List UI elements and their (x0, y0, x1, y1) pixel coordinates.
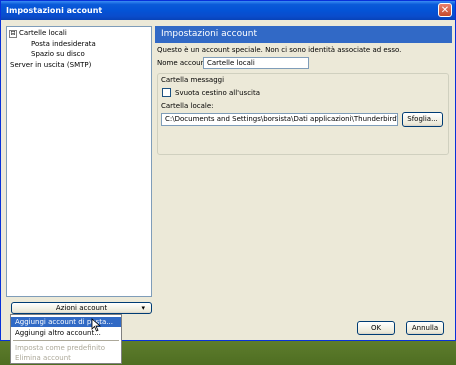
tree-item-smtp[interactable]: Server in uscita (SMTP) (10, 60, 91, 70)
tree-item-label: Cartelle locali (19, 29, 67, 37)
menu-item-add-other-account[interactable]: Aggiungi altro account... (11, 328, 121, 338)
menu-item-delete-account: Elimina account (15, 354, 71, 362)
account-settings-window: Impostazioni account ✕ ⊟ Cartelle locali… (0, 0, 456, 341)
tree-item-junk[interactable]: Posta indesiderata (31, 39, 96, 49)
tree-item-disk-space[interactable]: Spazio su disco (31, 49, 85, 59)
local-folder-path-input[interactable]: C:\Documents and Settings\borsista\Dati … (161, 113, 398, 126)
account-actions-label: Azioni account (55, 304, 108, 312)
empty-trash-checkbox[interactable] (162, 88, 171, 97)
close-button[interactable]: ✕ (438, 3, 452, 17)
menu-item-set-default: Imposta come predefinito (15, 344, 106, 352)
account-name-input[interactable]: Cartelle locali (203, 57, 309, 69)
account-actions-button[interactable]: Azioni account ▾ (11, 302, 152, 314)
messages-group-label: Cartella messaggi (161, 76, 225, 84)
pointer-cursor-icon (91, 318, 102, 332)
menu-separator (13, 340, 119, 341)
account-actions-menu: Aggiungi account di posta... Aggiungi al… (10, 314, 122, 364)
window-title: Impostazioni account (6, 6, 103, 15)
messages-folder-group: Cartella messaggi Svuota cestino all'usc… (157, 73, 449, 155)
local-folder-label: Cartella locale: (161, 102, 214, 110)
title-bar[interactable]: Impostazioni account ✕ (1, 1, 455, 20)
collapse-icon[interactable]: ⊟ (9, 30, 17, 38)
panel-header: Impostazioni account (155, 26, 452, 43)
cancel-button[interactable]: Annulla (406, 321, 444, 335)
tree-item-label: Server in uscita (SMTP) (10, 61, 92, 69)
menu-item-add-mail-account[interactable]: Aggiungi account di posta... (11, 317, 121, 327)
empty-trash-label[interactable]: Svuota cestino all'uscita (175, 89, 260, 97)
account-tree[interactable]: ⊟ Cartelle locali Posta indesiderata Spa… (6, 26, 152, 297)
tree-item-label: Posta indesiderata (31, 40, 96, 48)
browse-button[interactable]: Sfoglia... (402, 112, 443, 127)
chevron-down-icon: ▾ (141, 304, 145, 312)
ok-button[interactable]: OK (357, 321, 395, 335)
account-description: Questo è un account speciale. Non ci son… (157, 46, 402, 54)
tree-item-label: Spazio su disco (31, 50, 85, 58)
settings-panel: Impostazioni account Questo è un account… (155, 26, 452, 155)
